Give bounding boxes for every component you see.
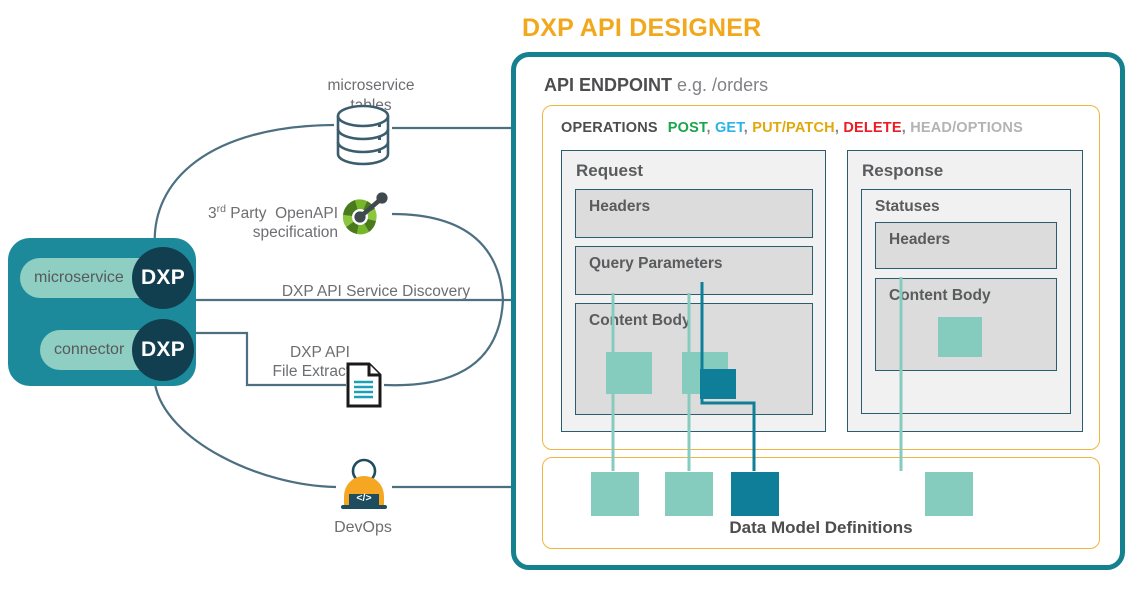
http-verb-post[interactable]: POST: [668, 120, 707, 136]
page-title: DXP API DESIGNER: [522, 14, 762, 42]
source-systems-block: microservice connector DXP DXP: [8, 238, 196, 386]
request-headers-title: Headers: [589, 198, 651, 215]
response-headers-title: Headers: [889, 231, 951, 248]
http-verbs-list: POST, GET, PUT/PATCH, DELETE, HEAD/OPTIO…: [668, 120, 1023, 136]
openapi-icon: [336, 192, 390, 245]
file-extract-label-line2: File Extract: [272, 363, 350, 380]
api-endpoint-heading-bold: API ENDPOINT: [544, 75, 673, 95]
request-panel-title: Request: [576, 161, 644, 180]
api-endpoint-card: API ENDPOINT e.g. /orders OPERATIONS POST…: [511, 52, 1125, 570]
microservice-pill-label: microservice: [34, 269, 124, 286]
file-extract-label-line1: DXP API: [289, 344, 350, 361]
request-content-body-box[interactable]: Content Body: [575, 303, 813, 415]
response-model-square-1[interactable]: [938, 317, 982, 357]
dxp-badge-microservice[interactable]: DXP: [132, 247, 194, 309]
data-model-square-4[interactable]: [925, 472, 973, 516]
response-headers-box[interactable]: Headers: [875, 222, 1057, 269]
request-panel: Request Headers Query Parameters Content…: [561, 150, 826, 432]
data-model-definitions-label: Data Model Definitions: [729, 518, 913, 537]
file-extract-label: DXP API File Extract: [230, 343, 350, 381]
wire-file-to-endpoint: [383, 299, 505, 387]
request-headers-box[interactable]: Headers: [575, 189, 813, 238]
http-verb-put-patch[interactable]: PUT/PATCH: [752, 120, 835, 136]
verb-separator: ,: [901, 120, 911, 136]
data-model-definitions-card: Data Model Definitions: [542, 457, 1100, 549]
data-model-square-3[interactable]: [731, 472, 779, 516]
openapi-spec-label-line1: 3rd Party OpenAPI: [208, 203, 338, 223]
microservice-tables-label-line1: microservice: [327, 77, 415, 94]
devops-label: DevOps: [334, 519, 392, 536]
wire-dxp-to-devops: [153, 383, 337, 489]
response-content-body-title: Content Body: [889, 287, 991, 304]
http-verb-get[interactable]: GET: [715, 120, 744, 136]
response-statuses-title: Statuses: [875, 198, 940, 215]
operations-card: OPERATIONS POST, GET, PUT/PATCH, DELETE, …: [542, 105, 1100, 450]
dxp-badge-label: DXP: [140, 266, 186, 289]
diagram-stage: microservice connector DXP DXP microserv…: [0, 0, 1139, 597]
operations-label: OPERATIONS: [561, 120, 658, 136]
verb-separator: ,: [706, 120, 715, 136]
response-panel: Response Statuses Headers Content Body: [847, 150, 1083, 432]
dxp-badge-label: DXP: [140, 338, 186, 361]
connector-pill-label: connector: [54, 341, 125, 358]
response-content-body-box[interactable]: Content Body: [875, 278, 1057, 371]
dxp-badge-connector[interactable]: DXP: [132, 319, 194, 381]
data-model-square-1[interactable]: [591, 472, 639, 516]
database-icon: [334, 104, 392, 171]
request-query-parameters-box[interactable]: Query Parameters: [575, 246, 813, 295]
service-discovery-label: DXP API Service Discovery: [281, 283, 471, 300]
response-panel-title: Response: [862, 161, 944, 180]
request-query-parameters-title: Query Parameters: [589, 255, 723, 272]
document-icon: [345, 362, 383, 413]
http-verb-head-options[interactable]: HEAD/OPTIONS: [910, 120, 1023, 136]
svg-text:</>: </>: [356, 492, 371, 504]
response-statuses-box[interactable]: Statuses Headers Content Body: [861, 189, 1071, 414]
request-content-body-title: Content Body: [589, 312, 691, 329]
openapi-spec-label: 3rd Party OpenAPI specification: [178, 200, 338, 242]
verb-separator: ,: [743, 120, 753, 136]
data-model-square-2[interactable]: [665, 472, 713, 516]
request-model-square-3[interactable]: [700, 369, 736, 399]
http-verb-delete[interactable]: DELETE: [843, 120, 901, 136]
operations-heading: OPERATIONS POST, GET, PUT/PATCH, DELETE, …: [561, 120, 1023, 136]
request-model-square-1[interactable]: [606, 352, 652, 394]
devops-person-icon: </>: [336, 458, 392, 517]
api-endpoint-heading: API ENDPOINT e.g. /orders: [544, 75, 768, 96]
api-endpoint-heading-example: e.g. /orders: [677, 75, 769, 95]
openapi-spec-label-line2: specification: [252, 224, 338, 242]
